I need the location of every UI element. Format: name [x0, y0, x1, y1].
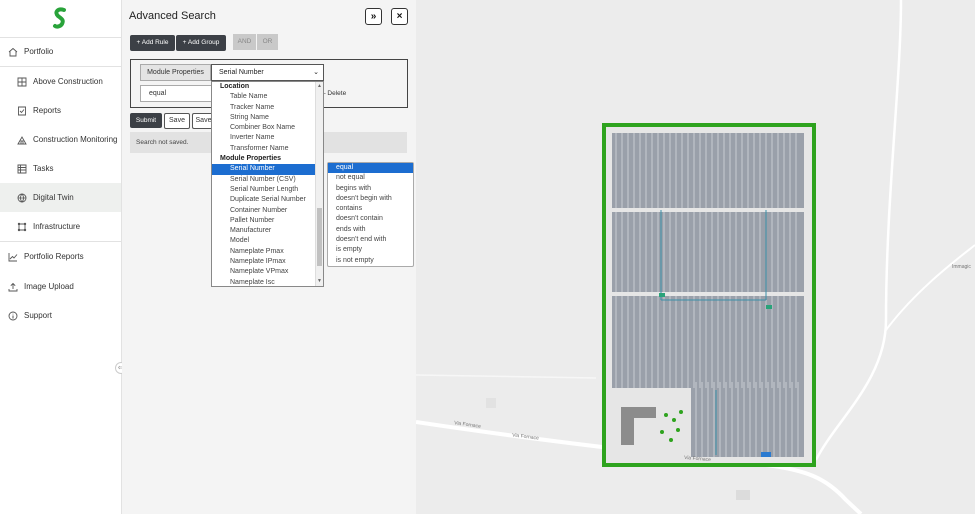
operator-option[interactable]: equal [328, 163, 413, 174]
sidebar-item-label: Reports [33, 106, 62, 115]
map-view[interactable]: Via Fornace Via Fornace Via Fornace Imma… [416, 0, 975, 514]
add-group-button[interactable]: + Add Group [176, 35, 226, 51]
sidebar-item-tasks[interactable]: Tasks [0, 154, 121, 183]
and-toggle[interactable]: AND [233, 34, 256, 50]
dropdown-option[interactable]: Inverter Name [212, 133, 323, 143]
field-dropdown-list[interactable]: Location Table Name Tracker Name String Nam… [211, 81, 324, 287]
sidebar-item-label: Digital Twin [33, 193, 74, 202]
sidebar-item-portfolio-reports[interactable]: Portfolio Reports [0, 242, 121, 271]
operator-option[interactable]: is empty [328, 245, 413, 255]
delete-label: Delete [327, 90, 347, 97]
dropdown-option[interactable]: Table Name [212, 92, 323, 102]
operator-option[interactable]: doesn't contain [328, 214, 413, 224]
sidebar-item-label: Support [24, 311, 53, 320]
home-icon [8, 47, 18, 56]
operator-option[interactable]: doesn't begin with [328, 194, 413, 204]
dropdown-option[interactable]: Serial Number Length [212, 185, 323, 195]
dropdown-option[interactable]: Nameplate Isc [212, 278, 323, 286]
dropdown-option[interactable]: Serial Number [212, 164, 323, 175]
panel-title: Advanced Search [129, 10, 216, 22]
dropdown-option[interactable]: Serial Number (CSV) [212, 175, 323, 185]
add-rule-button[interactable]: + Add Rule [130, 35, 175, 51]
grid-icon [17, 77, 27, 86]
operator-option[interactable]: ends with [328, 225, 413, 235]
upload-icon [8, 282, 18, 291]
chevron-down-icon: ⌄ [313, 69, 319, 76]
scroll-up-icon[interactable]: ▲ [317, 83, 322, 89]
sidebar-item-construction-monitoring[interactable]: Construction Monitoring [0, 125, 121, 154]
field-select[interactable]: Serial Number ⌄ [211, 64, 324, 81]
dropdown-scrollbar[interactable]: ▲ ▼ [315, 82, 323, 286]
operator-option[interactable]: not equal [328, 173, 413, 183]
dropdown-group-header: Location [220, 83, 250, 90]
operator-option[interactable]: begins with [328, 184, 413, 194]
globe-icon [17, 193, 27, 203]
operator-option[interactable]: doesn't end with [328, 235, 413, 245]
dropdown-option[interactable]: Combiner Box Name [212, 123, 323, 133]
sidebar-item-label: Construction Monitoring [33, 135, 118, 144]
map-canvas[interactable] [416, 0, 975, 514]
dropdown-option[interactable]: Transformer Name [212, 144, 323, 154]
or-toggle[interactable]: OR [257, 34, 278, 50]
sidebar-item-label: Image Upload [24, 282, 74, 291]
sidebar-item-image-upload[interactable]: Image Upload [0, 272, 121, 301]
dropdown-option[interactable]: Manufacturer [212, 226, 323, 236]
app-logo[interactable] [52, 7, 68, 29]
sidebar-item-reports[interactable]: Reports [0, 96, 121, 125]
sidebar-item-digital-twin[interactable]: Digital Twin [0, 183, 121, 212]
sidebar-item-label: Portfolio Reports [24, 252, 84, 261]
dropdown-option[interactable]: String Name [212, 113, 323, 123]
operator-list-items: equal not equal begins with doesn't begin w… [328, 163, 413, 266]
sidebar-item-label: Above Construction [33, 77, 103, 86]
table-icon [17, 164, 27, 173]
scrollbar-thumb[interactable] [317, 208, 322, 266]
site-icon [17, 135, 27, 144]
dropdown-option[interactable]: Model [212, 236, 323, 246]
road-label: Immagic [952, 264, 971, 270]
close-panel-button[interactable]: × [391, 8, 408, 25]
dropdown-option[interactable]: Pallet Number [212, 216, 323, 226]
property-category-tag: Module Properties [140, 64, 211, 81]
chart-line-icon [8, 252, 18, 261]
scroll-down-icon[interactable]: ▼ [317, 278, 322, 284]
dropdown-option[interactable]: Nameplate Pmax [212, 247, 323, 257]
sidebar-item-portfolio[interactable]: Portfolio [0, 37, 121, 66]
dropdown-option[interactable]: Container Number [212, 206, 323, 216]
sidebar-item-above-construction[interactable]: Above Construction [0, 67, 121, 96]
sidebar-item-label: Portfolio [24, 47, 54, 56]
sidebar-item-infrastructure[interactable]: Infrastructure [0, 212, 121, 241]
sidebar-item-support[interactable]: Support [0, 301, 121, 330]
operator-list[interactable]: equal not equal begins with doesn't begin w… [327, 162, 414, 267]
field-select-value: Serial Number [219, 69, 264, 76]
operator-option[interactable]: is not empty [328, 256, 413, 266]
save-button[interactable]: Save [164, 113, 190, 129]
dropdown-option[interactable]: Nameplate IPmax [212, 257, 323, 267]
submit-button[interactable]: Submit [130, 113, 162, 128]
sidebar-item-label: Infrastructure [33, 222, 81, 231]
operator-input[interactable]: equal [140, 85, 216, 102]
operator-option[interactable]: contains [328, 204, 413, 214]
dropdown-option[interactable]: Tracker Name [212, 103, 323, 113]
delete-rule-button[interactable]: – Delete [322, 90, 346, 97]
field-dropdown-items: Location Table Name Tracker Name String Nam… [212, 82, 323, 286]
checklist-icon [18, 106, 26, 115]
info-icon [8, 311, 18, 320]
dropdown-group-header: Module Properties [220, 155, 282, 163]
expand-panel-button[interactable]: » [365, 8, 382, 25]
nodes-icon [17, 222, 27, 231]
dropdown-option[interactable]: Duplicate Serial Number [212, 195, 323, 205]
sidebar-item-label: Tasks [33, 164, 54, 173]
dropdown-option[interactable]: Nameplate VPmax [212, 267, 323, 277]
